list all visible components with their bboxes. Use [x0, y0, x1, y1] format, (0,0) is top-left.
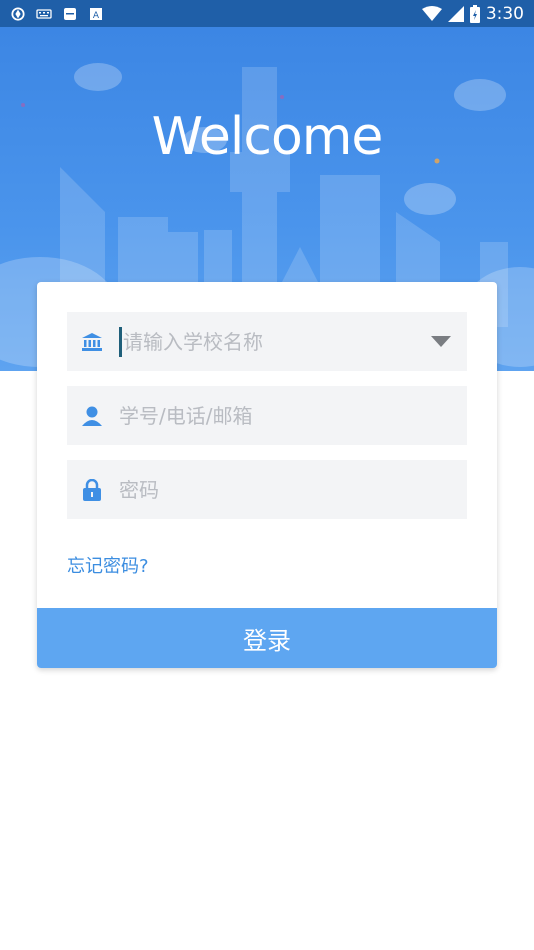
battery-icon — [469, 4, 480, 23]
wifi-icon — [421, 5, 442, 21]
welcome-title: Welcome — [151, 107, 384, 167]
school-input[interactable] — [123, 312, 431, 371]
signal-icon — [447, 5, 464, 22]
status-left: A — [10, 6, 104, 21]
password-field[interactable] — [67, 460, 467, 519]
school-icon — [81, 331, 103, 353]
clock: 3:30 — [485, 3, 524, 24]
password-input[interactable] — [119, 460, 467, 519]
status-bar: A 3:30 — [0, 0, 534, 27]
login-card: 忘记密码? 登录 — [37, 282, 497, 668]
storage-icon — [64, 7, 76, 20]
lock-icon — [81, 478, 103, 501]
svg-text:A: A — [93, 11, 100, 21]
account-field[interactable] — [67, 386, 467, 445]
forgot-password-link[interactable]: 忘记密码? — [67, 552, 149, 578]
school-field[interactable] — [67, 312, 467, 371]
keyboard-icon — [36, 8, 52, 19]
login-button[interactable]: 登录 — [37, 608, 497, 668]
user-icon — [81, 405, 103, 427]
text-cursor — [119, 326, 122, 357]
sync-icon — [11, 6, 25, 21]
account-input[interactable] — [119, 386, 467, 445]
status-right: 3:30 — [421, 3, 524, 24]
dropdown-arrow-icon[interactable] — [431, 336, 451, 347]
font-icon: A — [90, 7, 102, 21]
